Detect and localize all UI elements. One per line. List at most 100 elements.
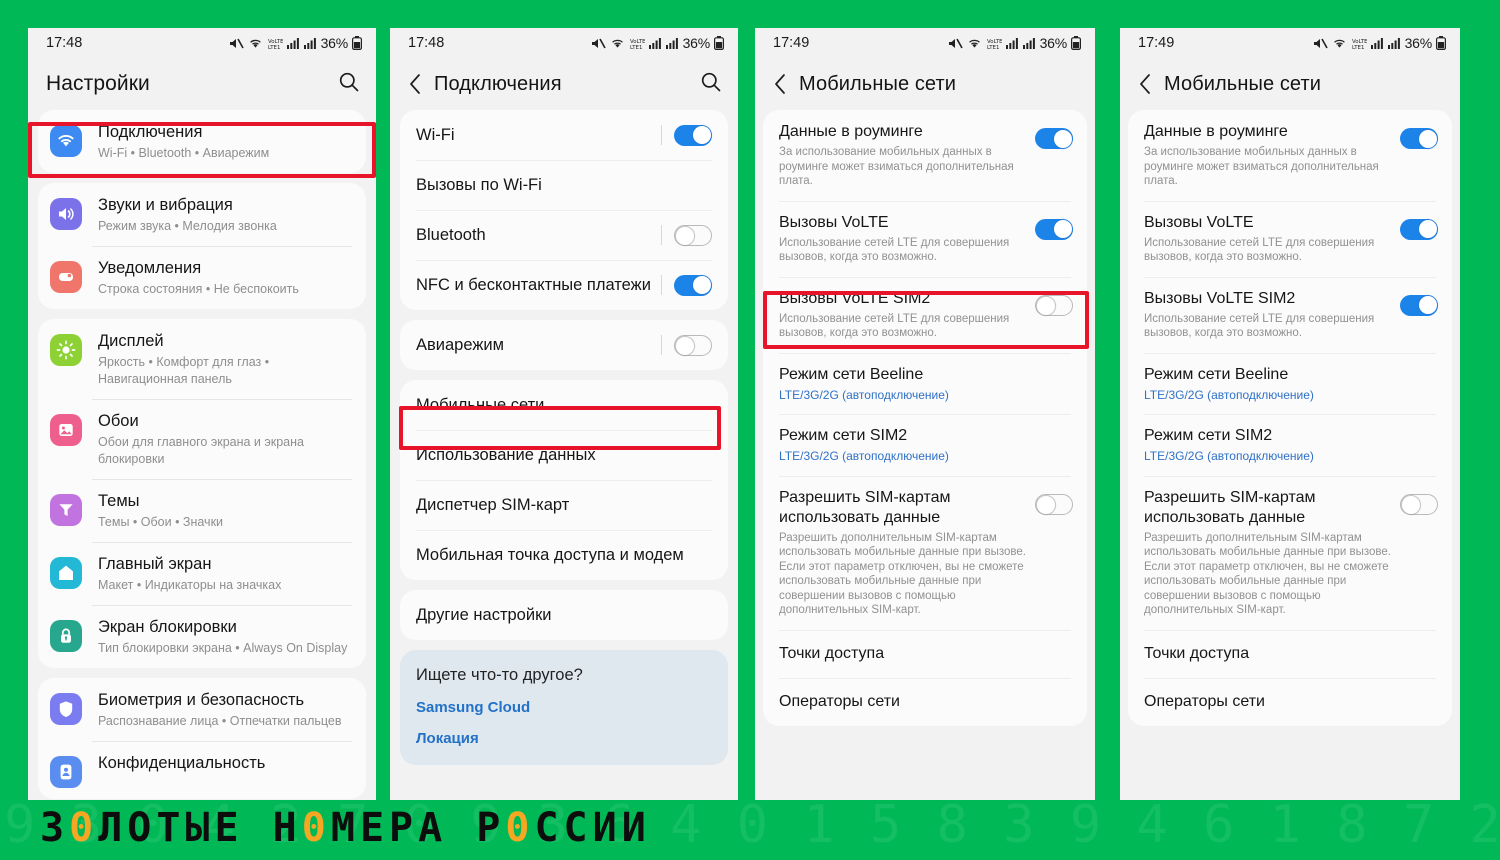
settings-item-text: Конфиденциальность [98, 752, 352, 774]
sidebar-item-обои[interactable]: Обои Обои для главного экрана и экрана бл… [38, 399, 366, 479]
list-item-вызовы-по-wi-fi[interactable]: Вызовы по Wi-Fi [400, 160, 728, 210]
sidebar-item-главный-экран[interactable]: Главный экран Макет • Индикаторы на значк… [38, 542, 366, 605]
sidebar-item-биометрия-и-безопасность[interactable]: Биометрия и безопасность Распознавание ли… [38, 678, 366, 741]
hint-card-title: Ищете что-то другое? [416, 666, 583, 684]
list-item-title: Режим сети Beeline [779, 365, 924, 383]
search-icon[interactable] [338, 71, 360, 98]
svg-text:LTE1: LTE1 [1352, 45, 1364, 50]
list-item-режим-сети-sim2[interactable]: Режим сети SIM2 LTE/3G/2G (автоподключени… [1128, 414, 1452, 476]
list-item-точки-доступа[interactable]: Точки доступа [1128, 629, 1452, 678]
sidebar-item-темы[interactable]: Темы Темы • Обои • Значки [38, 479, 366, 542]
list-item-text: Вызовы VoLTE Использование сетей LTE для … [1144, 213, 1400, 265]
list-item-value: LTE/3G/2G (автоподключение) [1144, 449, 1314, 463]
list-item-вызовы-volte-sim2[interactable]: Вызовы VoLTE SIM2 Использование сетей LTE… [763, 276, 1087, 353]
toggle-данные-в-роуминге[interactable] [1035, 128, 1073, 149]
list-item-text: Данные в роуминге За использование мобиль… [779, 122, 1035, 189]
mobile-networks-list[interactable]: Данные в роуминге За использование мобиль… [1120, 110, 1460, 800]
list-item-text: Вызовы VoLTE SIM2 Использование сетей LTE… [1144, 289, 1400, 341]
vertical-divider [661, 335, 662, 355]
toggle-nfc-и-бесконтактные-платежи[interactable] [674, 274, 712, 296]
toggle-bluetooth[interactable] [674, 224, 712, 246]
list-item-text: Операторы сети [779, 692, 1071, 712]
list-item-title: Вызовы VoLTE SIM2 [779, 289, 931, 307]
app-bar: Настройки [28, 58, 376, 110]
list-item-title: Данные в роуминге [779, 123, 923, 140]
list-item-nfc-и-бесконтактные-платежи[interactable]: NFC и бесконтактные платежи [400, 260, 728, 310]
wifi-icon [968, 39, 980, 48]
sidebar-item-конфиденциальность[interactable]: Конфиденциальность [38, 741, 366, 799]
back-button[interactable] [1138, 73, 1164, 95]
settings-item-title: Биометрия и безопасность [98, 691, 305, 709]
list-item-вызовы-volte[interactable]: Вызовы VoLTE Использование сетей LTE для … [763, 200, 1087, 277]
list-item-description: Разрешить дополнительным SIM-картам испо… [1144, 531, 1391, 617]
sidebar-item-уведомления[interactable]: Уведомления Строка состояния • Не беспоко… [38, 246, 366, 309]
page-title: Мобильные сети [1164, 72, 1322, 95]
toggle-вызовы-volte-sim2[interactable] [1035, 294, 1073, 316]
battery-percent: 36% [1404, 35, 1433, 51]
toggle-данные-в-роуминге[interactable] [1400, 128, 1438, 149]
sidebar-item-звуки-и-вибрация[interactable]: Звуки и вибрация Режим звука • Мелодия зв… [38, 183, 366, 246]
list-item-операторы-сети[interactable]: Операторы сети [1128, 677, 1452, 726]
list-item-разрешить-sim-картам-использовать-данные[interactable]: Разрешить SIM-картам использовать данные… [1128, 475, 1452, 630]
lock-icon [50, 620, 82, 652]
status-clock: 17:48 [46, 35, 83, 51]
list-item-text: Точки доступа [779, 644, 1071, 664]
connections-list[interactable]: Wi-Fi Вызовы по Wi-Fi Bluetooth NFC и беско… [390, 110, 738, 800]
list-item-text: Режим сети Beeline LTE/3G/2G (автоподключ… [779, 365, 1073, 403]
toggle-авиарежим[interactable] [674, 334, 712, 356]
list-item-text: Режим сети SIM2 LTE/3G/2G (автоподключени… [779, 426, 1073, 464]
signal-sim1-icon [1005, 38, 1018, 49]
settings-item-subtitle: Обои для главного экрана и экрана блокир… [98, 435, 304, 466]
toggle-вызовы-volte[interactable] [1035, 218, 1073, 240]
list-item-использование-данных[interactable]: Использование данных [400, 430, 728, 480]
settings-item-title: Экран блокировки [98, 618, 237, 636]
list-item-wi-fi[interactable]: Wi-Fi [400, 110, 728, 160]
sidebar-item-подключения[interactable]: Подключения Wi-Fi • Bluetooth • Авиарежим [38, 110, 366, 173]
list-item-bluetooth[interactable]: Bluetooth [400, 210, 728, 260]
toggle-разрешить-sim-картам-использовать-данные[interactable] [1400, 493, 1438, 515]
settings-list[interactable]: Подключения Wi-Fi • Bluetooth • Авиарежим… [28, 110, 376, 800]
toggle-knob [1053, 220, 1072, 238]
notification-icon [50, 261, 82, 293]
settings-item-text: Звуки и вибрация Режим звука • Мелодия зв… [98, 194, 352, 235]
list-item-режим-сети-beeline[interactable]: Режим сети Beeline LTE/3G/2G (автоподключ… [1128, 352, 1452, 415]
list-item-другие-настройки[interactable]: Другие настройки [400, 590, 728, 640]
mobile-networks-list[interactable]: Данные в роуминге За использование мобиль… [755, 110, 1095, 800]
list-item-вызовы-volte-sim2[interactable]: Вызовы VoLTE SIM2 Использование сетей LTE… [1128, 276, 1452, 353]
back-button[interactable] [408, 73, 434, 95]
toggle-вызовы-volte[interactable] [1400, 218, 1438, 240]
list-item-режим-сети-beeline[interactable]: Режим сети Beeline LTE/3G/2G (автоподключ… [763, 352, 1087, 415]
hint-link-локация[interactable]: Локация [416, 730, 712, 747]
toggle-разрешить-sim-картам-использовать-данные[interactable] [1035, 493, 1073, 515]
sidebar-item-дисплей[interactable]: Дисплей Яркость • Комфорт для глаз • Нави… [38, 319, 366, 399]
list-item-label: Мобильная точка доступа и модем [416, 545, 684, 564]
list-item-text: Вызовы VoLTE Использование сетей LTE для … [779, 213, 1035, 265]
list-item-данные-в-роуминге[interactable]: Данные в роуминге За использование мобиль… [763, 110, 1087, 201]
toggle-knob [675, 227, 694, 245]
list-item-авиарежим[interactable]: Авиарежим [400, 320, 728, 370]
list-item-разрешить-sim-картам-использовать-данные[interactable]: Разрешить SIM-картам использовать данные… [763, 475, 1087, 630]
list-item-label: Bluetooth [416, 225, 486, 244]
toggle-вызовы-volte-sim2[interactable] [1400, 294, 1438, 316]
volte-lte-icon: VoLTELTE1 [630, 39, 645, 50]
list-item-вызовы-volte[interactable]: Вызовы VoLTE Использование сетей LTE для … [1128, 200, 1452, 277]
list-item-title: Точки доступа [1144, 644, 1250, 662]
list-item-диспетчер-sim-карт[interactable]: Диспетчер SIM-карт [400, 480, 728, 530]
list-item-данные-в-роуминге[interactable]: Данные в роуминге За использование мобиль… [1128, 110, 1452, 201]
list-item-мобильные-сети[interactable]: Мобильные сети [400, 380, 728, 430]
list-item-точки-доступа[interactable]: Точки доступа [763, 629, 1087, 678]
list-item-label: Использование данных [416, 445, 596, 464]
settings-item-subtitle: Wi-Fi • Bluetooth • Авиарежим [98, 146, 270, 160]
list-item-режим-сети-sim2[interactable]: Режим сети SIM2 LTE/3G/2G (автоподключени… [763, 414, 1087, 476]
search-icon[interactable] [700, 71, 722, 98]
toggle-knob [675, 337, 694, 355]
sidebar-item-экран-блокировки[interactable]: Экран блокировки Тип блокировки экрана • … [38, 605, 366, 668]
settings-item-subtitle: Темы • Обои • Значки [98, 515, 224, 529]
list-item-description: Использование сетей LTE для совершения в… [1144, 312, 1375, 340]
list-item-операторы-сети[interactable]: Операторы сети [763, 677, 1087, 726]
hint-link-samsung-cloud[interactable]: Samsung Cloud [416, 699, 712, 716]
list-item-мобильная-точка-доступа-и-модем[interactable]: Мобильная точка доступа и модем [400, 530, 728, 580]
signal-sim1-icon [1370, 38, 1383, 49]
toggle-wi-fi[interactable] [674, 124, 712, 146]
back-button[interactable] [773, 73, 799, 95]
